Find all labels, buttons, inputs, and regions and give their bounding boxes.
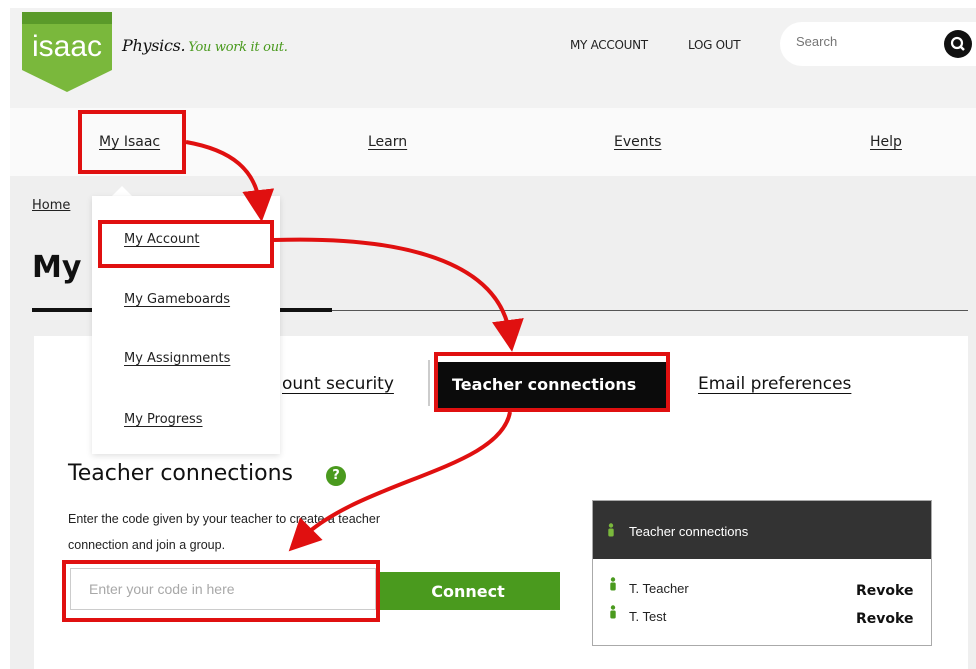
page-title: My	[32, 250, 82, 285]
title-divider	[332, 310, 968, 311]
section-title: Teacher connections	[68, 461, 294, 486]
person-icon	[608, 523, 614, 537]
connection-name-1: T. Teacher	[629, 581, 689, 596]
search-icon	[950, 36, 965, 51]
person-icon	[610, 577, 616, 591]
help-icon[interactable]: ?	[326, 466, 346, 486]
isaac-logo-icon[interactable]: isaac	[22, 12, 112, 92]
menu-item-my-gameboards[interactable]: My Gameboards	[124, 292, 230, 307]
log-out-link[interactable]: LOG OUT	[688, 38, 741, 52]
dropdown-caret	[112, 186, 132, 196]
menu-item-my-account[interactable]: My Account	[124, 232, 200, 247]
breadcrumb-home[interactable]: Home	[32, 198, 70, 213]
description-line-1: Enter the code given by your teacher to …	[68, 512, 380, 526]
menu-item-my-assignments[interactable]: My Assignments	[124, 351, 230, 366]
teacher-connections-panel: Teacher connections T. Teacher Revoke T.…	[592, 500, 932, 646]
revoke-button-1[interactable]: Revoke	[856, 583, 913, 599]
search-box	[780, 22, 976, 66]
search-button[interactable]	[944, 30, 972, 58]
my-account-link[interactable]: MY ACCOUNT	[570, 38, 648, 52]
nav-help[interactable]: Help	[870, 134, 902, 150]
connection-name-2: T. Test	[629, 609, 667, 624]
panel-title: Teacher connections	[629, 524, 749, 539]
menu-item-my-progress[interactable]: My Progress	[124, 412, 203, 427]
search-input[interactable]	[796, 34, 926, 49]
logo-text: isaac	[32, 30, 102, 63]
nav-events[interactable]: Events	[614, 134, 661, 150]
connect-button[interactable]: Connect	[376, 572, 560, 610]
tagline-main: Physics.	[122, 36, 186, 55]
description-line-2: connection and join a group.	[68, 538, 226, 552]
tagline: Physics. You work it out.	[122, 36, 288, 55]
tab-account-security[interactable]: ount security	[282, 374, 394, 394]
nav-learn[interactable]: Learn	[368, 134, 407, 150]
tab-teacher-connections[interactable]: Teacher connections	[438, 362, 666, 408]
tab-email-preferences[interactable]: Email preferences	[698, 374, 851, 394]
person-icon	[610, 605, 616, 619]
tab-separator	[428, 360, 430, 406]
nav-my-isaac[interactable]: My Isaac	[99, 134, 160, 150]
teacher-code-input[interactable]	[70, 568, 376, 610]
section-description: Enter the code given by your teacher to …	[68, 506, 488, 558]
panel-header: Teacher connections	[593, 501, 931, 559]
revoke-button-2[interactable]: Revoke	[856, 611, 913, 627]
tagline-sub: You work it out.	[188, 40, 288, 55]
